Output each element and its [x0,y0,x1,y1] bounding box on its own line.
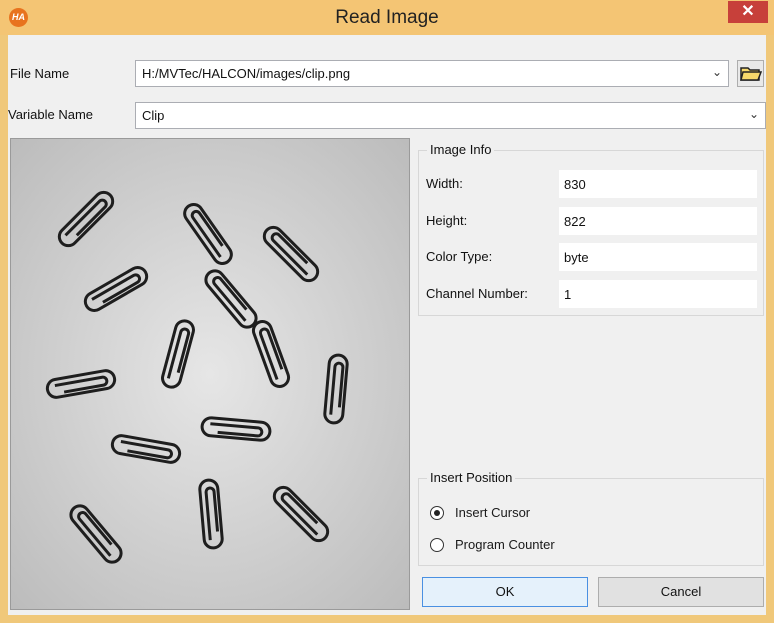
folder-open-icon [740,67,763,81]
color-type-label: Color Type: [426,249,493,264]
variable-name-combobox[interactable]: Clip ⌄ [135,102,766,129]
dialog-title: Read Image [335,7,439,28]
image-info-title: Image Info [427,142,495,157]
ok-button[interactable]: OK [422,577,588,607]
width-value: 830 [564,177,586,192]
channel-number-label: Channel Number: [426,286,528,301]
file-name-label: File Name [10,66,70,81]
file-name-combobox[interactable]: H:/MVTec/HALCON/images/clip.png ⌄ [135,60,729,87]
radio-dot [434,510,440,516]
width-label: Width: [426,176,463,191]
browse-file-button[interactable] [737,60,764,87]
close-icon: ✕ [741,3,755,20]
image-info-group: Image Info Width: 830 Height: 822 Color … [418,142,764,316]
cancel-button[interactable]: Cancel [598,577,764,607]
dialog-body: File Name H:/MVTec/HALCON/images/clip.pn… [8,35,766,615]
channel-number-field: 1 [559,280,757,308]
radio-checked-icon[interactable] [430,506,444,520]
program-counter-option[interactable]: Program Counter [455,537,555,552]
chevron-down-icon[interactable]: ⌄ [749,107,759,121]
chevron-down-icon[interactable]: ⌄ [712,65,722,79]
insert-position-title: Insert Position [427,470,516,485]
color-type-value: byte [564,250,589,265]
read-image-dialog: HA Read Image ✕ File Name H:/MVTec/HALCO… [0,0,774,623]
height-label: Height: [426,213,468,228]
channel-number-value: 1 [564,287,572,302]
clip-image [11,139,409,609]
image-preview [10,138,410,610]
variable-name-value: Clip [142,108,165,123]
color-type-field: byte [559,243,757,271]
variable-name-label: Variable Name [8,107,94,122]
insert-cursor-option[interactable]: Insert Cursor [455,505,530,520]
insert-position-group: Insert Position Insert Cursor Program Co… [418,470,764,566]
radio-unchecked-icon[interactable] [430,538,444,552]
file-name-value: H:/MVTec/HALCON/images/clip.png [142,66,351,81]
width-field: 830 [559,170,757,198]
height-field: 822 [559,207,757,235]
title-bar[interactable]: HA Read Image ✕ [0,0,774,35]
close-button[interactable]: ✕ [728,1,768,23]
height-value: 822 [564,214,586,229]
